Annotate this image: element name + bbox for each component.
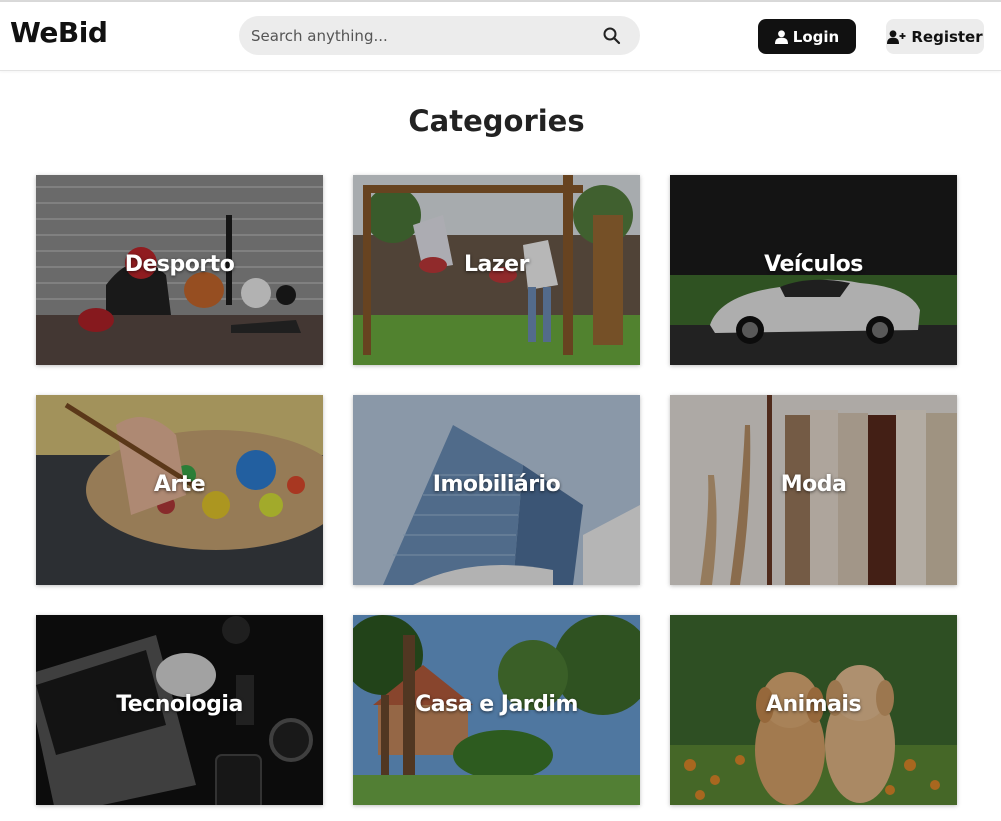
user-icon [774, 29, 788, 44]
category-label: Veículos [764, 252, 863, 277]
page-title: Categories [408, 104, 585, 138]
search-bar [239, 16, 640, 55]
category-label: Casa e Jardim [415, 692, 578, 717]
login-label: Login [792, 27, 840, 46]
site-logo[interactable]: WeBid [10, 16, 108, 49]
category-card-animais[interactable]: Animais [670, 615, 957, 805]
category-label: Lazer [464, 252, 529, 277]
register-button[interactable]: Register [886, 19, 984, 54]
site-header: WeBid Login Register [0, 2, 1001, 71]
search-icon[interactable] [602, 26, 622, 46]
search-input[interactable] [251, 16, 591, 55]
category-card-lazer[interactable]: Lazer [353, 175, 640, 365]
login-button[interactable]: Login [758, 19, 856, 54]
category-label: Tecnologia [116, 692, 243, 717]
category-label: Desporto [124, 252, 235, 277]
category-label: Imobiliário [432, 472, 561, 497]
user-plus-icon [887, 29, 906, 44]
category-label: Animais [765, 692, 862, 717]
category-label: Arte [153, 472, 206, 497]
category-card-desporto[interactable]: Desporto [36, 175, 323, 365]
category-card-moda[interactable]: Moda [670, 395, 957, 585]
category-card-tecnologia[interactable]: Tecnologia [36, 615, 323, 805]
category-card-arte[interactable]: Arte [36, 395, 323, 585]
category-card-imobiliario[interactable]: Imobiliário [353, 395, 640, 585]
category-card-veiculos[interactable]: Veículos [670, 175, 957, 365]
category-label: Moda [780, 472, 847, 497]
category-card-casa-e-jardim[interactable]: Casa e Jardim [353, 615, 640, 805]
register-label: Register [911, 27, 983, 46]
